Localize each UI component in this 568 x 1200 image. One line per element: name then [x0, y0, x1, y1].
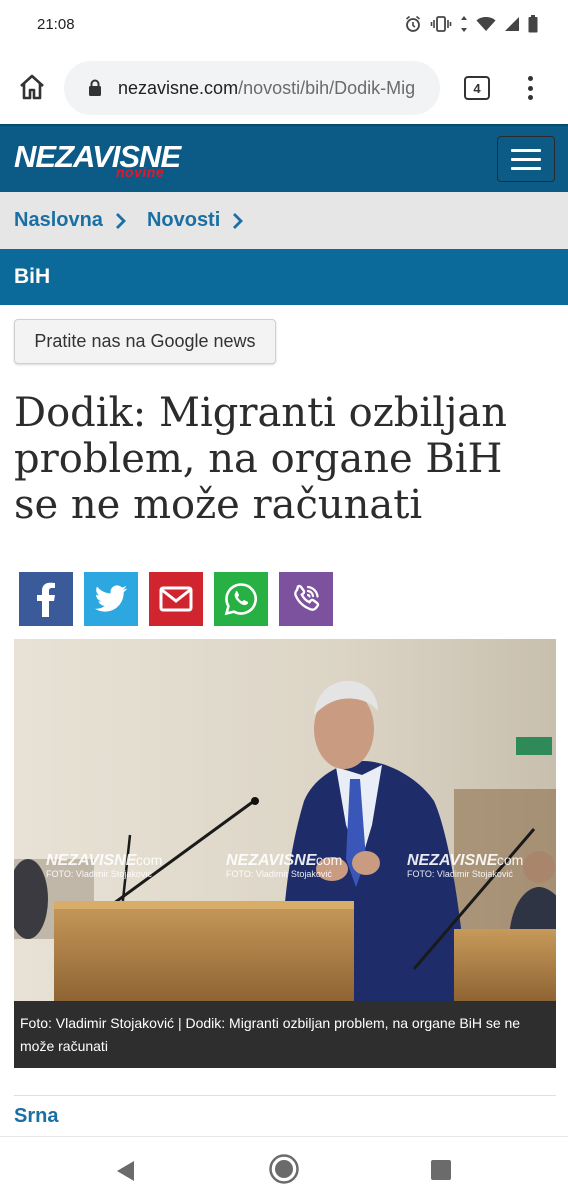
- hamburger-line: [511, 166, 541, 170]
- photo-caption: Foto: Vladimir Stojaković | Dodik: Migra…: [14, 1001, 556, 1068]
- share-email-button[interactable]: [149, 572, 203, 626]
- signal-icon: [505, 17, 519, 31]
- menu-dot: [527, 95, 533, 100]
- viber-icon: [294, 584, 320, 611]
- menu-dot: [527, 85, 533, 91]
- watermark-brand: NEZAVISNE: [46, 852, 138, 869]
- watermark-credit: FOTO: Vladimir Stojaković: [407, 869, 513, 879]
- article-photo[interactable]: NEZAVISNE .com FOTO: Vladimir Stojaković…: [14, 639, 556, 1001]
- facebook-icon: [37, 582, 55, 617]
- share-whatsapp-button[interactable]: [214, 572, 268, 626]
- alarm-icon: [405, 15, 421, 32]
- url-domain: nezavisne.com: [118, 77, 239, 98]
- home-icon: [20, 74, 44, 100]
- social-share-bar: [19, 572, 333, 626]
- breadcrumb: Naslovna Novosti: [0, 192, 568, 249]
- url-text: nezavisne.com/novosti/bih/Dodik-Mig: [118, 78, 415, 99]
- tab-switcher-button[interactable]: 4: [464, 76, 490, 100]
- vibrate-icon: [430, 16, 452, 32]
- watermark-domain: .com: [132, 852, 162, 868]
- browser-menu-button[interactable]: [522, 74, 538, 102]
- site-logo[interactable]: NEZAVISNE novine: [14, 140, 181, 181]
- divider: [14, 1095, 556, 1096]
- hamburger-line: [511, 157, 541, 161]
- battery-icon: [528, 15, 538, 33]
- address-bar[interactable]: nezavisne.com/novosti/bih/Dodik-Mig: [64, 61, 440, 115]
- google-news-button[interactable]: Pratite nas na Google news: [14, 319, 276, 364]
- logo-sub-text: novine: [116, 164, 165, 180]
- browser-home-button[interactable]: [16, 71, 48, 103]
- home-circle-icon[interactable]: [268, 1153, 300, 1185]
- article-author[interactable]: Srna: [14, 1105, 58, 1128]
- photo-illustration: NEZAVISNE .com FOTO: Vladimir Stojaković…: [14, 639, 556, 1001]
- status-icons: [404, 15, 538, 33]
- chevron-right-icon: [115, 212, 126, 229]
- section-title[interactable]: BiH: [14, 265, 50, 289]
- data-arrows-icon: [461, 16, 467, 32]
- article-headline: Dodik: Migranti ozbiljan problem, na org…: [14, 390, 508, 528]
- browser-toolbar: nezavisne.com/novosti/bih/Dodik-Mig 4: [0, 56, 568, 118]
- gmail-icon: [159, 586, 193, 612]
- watermark-brand: NEZAVISNE: [226, 852, 318, 869]
- watermark-credit: FOTO: Vladimir Stojaković: [226, 869, 332, 879]
- wifi-icon: [476, 17, 496, 31]
- hamburger-line: [511, 148, 541, 152]
- watermark-credit: FOTO: Vladimir Stojaković: [46, 869, 152, 879]
- watermark-domain: .com: [493, 852, 523, 868]
- status-time: 21:08: [37, 15, 75, 33]
- breadcrumb-item-naslovna[interactable]: Naslovna: [14, 209, 103, 232]
- share-facebook-button[interactable]: [19, 572, 73, 626]
- watermark-domain: .com: [312, 852, 342, 868]
- lock-icon: [89, 79, 101, 96]
- back-icon[interactable]: [114, 1159, 136, 1183]
- section-bar: BiH: [0, 249, 568, 305]
- url-path: /novosti/bih/Dodik-Mig: [238, 77, 416, 98]
- chevron-right-icon: [233, 212, 244, 229]
- share-viber-button[interactable]: [279, 572, 333, 626]
- recent-apps-icon[interactable]: [431, 1160, 451, 1180]
- status-bar: 21:08: [0, 0, 568, 48]
- photo-watermarks: NEZAVISNE .com FOTO: Vladimir Stojaković…: [46, 852, 523, 879]
- menu-dot: [527, 76, 533, 81]
- watermark-brand: NEZAVISNE: [407, 852, 499, 869]
- site-header: NEZAVISNE novine: [0, 124, 568, 192]
- hamburger-menu-button[interactable]: [497, 136, 555, 182]
- twitter-icon: [94, 585, 127, 612]
- whatsapp-icon: [224, 583, 257, 616]
- system-navigation-bar: [0, 1136, 568, 1200]
- breadcrumb-item-novosti[interactable]: Novosti: [147, 209, 220, 232]
- share-twitter-button[interactable]: [84, 572, 138, 626]
